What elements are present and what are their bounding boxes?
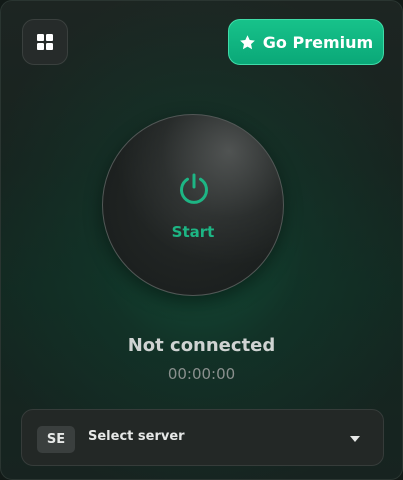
connection-status: Not connected bbox=[127, 335, 276, 356]
chevron-down-icon bbox=[350, 436, 360, 442]
server-selector[interactable]: SE Select server bbox=[21, 409, 384, 466]
server-select-label: Select server bbox=[88, 429, 185, 444]
menu-button[interactable] bbox=[22, 19, 68, 65]
star-icon bbox=[239, 34, 255, 49]
connect-button[interactable]: Start bbox=[102, 114, 284, 296]
go-premium-label: Go Premium bbox=[262, 32, 374, 52]
start-label: Start bbox=[171, 223, 215, 241]
vpn-app-window: Go Premium Start Not connected 00:00:00 … bbox=[0, 0, 403, 480]
power-icon bbox=[180, 173, 208, 204]
grid-icon bbox=[37, 34, 53, 50]
country-code-badge: SE bbox=[37, 426, 75, 453]
go-premium-button[interactable]: Go Premium bbox=[228, 19, 384, 65]
connection-timer: 00:00:00 bbox=[167, 365, 236, 383]
